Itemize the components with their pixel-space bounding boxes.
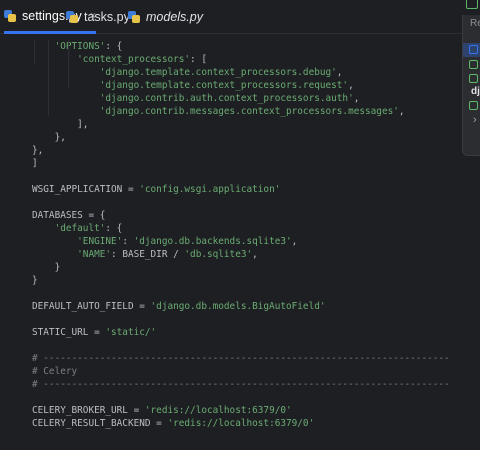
code-line[interactable]: STATIC_URL = 'static/' — [32, 326, 156, 339]
code-line[interactable]: # --------------------------------------… — [32, 378, 450, 391]
editor-tab-bar: settings.py × tasks.py models.py — [0, 0, 462, 34]
indent-guide — [34, 40, 35, 64]
file-icon[interactable] — [469, 45, 478, 54]
code-line[interactable]: 'django.template.context_processors.requ… — [32, 79, 354, 92]
code-line[interactable]: WSGI_APPLICATION = 'config.wsgi.applicat… — [32, 183, 280, 196]
code-line[interactable]: DATABASES = { — [32, 209, 105, 222]
code-editor[interactable]: 'OPTIONS': { 'context_processors': [ 'dj… — [32, 34, 480, 450]
code-line[interactable]: } — [32, 261, 61, 274]
code-line[interactable]: 'default': { — [32, 222, 123, 235]
code-line[interactable]: ] — [32, 157, 38, 170]
indent-guide — [68, 40, 69, 88]
code-line[interactable]: CELERY_RESULT_BACKEND = 'redis://localho… — [32, 417, 314, 430]
tab-models-py[interactable]: models.py — [128, 0, 203, 34]
popup-title: Re — [470, 18, 480, 29]
file-icon[interactable] — [469, 60, 478, 69]
tab-tasks-py[interactable]: tasks.py — [66, 0, 130, 34]
python-file-icon — [4, 9, 16, 22]
code-line[interactable]: # --------------------------------------… — [32, 352, 450, 365]
file-icon[interactable] — [469, 101, 478, 110]
code-line[interactable]: 'django.contrib.messages.context_process… — [32, 105, 405, 118]
tab-label: models.py — [146, 10, 203, 24]
code-line[interactable]: } — [32, 274, 38, 287]
file-icon[interactable] — [469, 74, 478, 83]
recent-files-popup: Re dj › — [462, 15, 480, 156]
code-line[interactable]: 'django.contrib.auth.context_processors.… — [32, 92, 360, 105]
code-line[interactable]: # Celery — [32, 365, 77, 378]
python-file-icon — [66, 11, 78, 23]
code-line[interactable]: 'NAME': BASE_DIR / 'db.sqlite3', — [32, 248, 258, 261]
django-icon[interactable]: dj — [471, 86, 480, 97]
code-line[interactable]: 'context_processors': [ — [32, 53, 207, 66]
code-line[interactable]: 'OPTIONS': { — [32, 40, 123, 53]
python-file-icon — [128, 11, 140, 23]
code-line[interactable]: CELERY_BROKER_URL = 'redis://localhost:6… — [32, 404, 292, 417]
chevron-right-icon[interactable]: › — [473, 114, 477, 126]
code-line[interactable]: }, — [32, 131, 66, 144]
code-line[interactable]: }, — [32, 144, 43, 157]
code-line[interactable]: DEFAULT_AUTO_FIELD = 'django.db.models.B… — [32, 300, 326, 313]
code-line[interactable]: ], — [32, 118, 88, 131]
file-icon[interactable] — [466, 0, 478, 9]
code-line[interactable]: 'ENGINE': 'django.db.backends.sqlite3', — [32, 235, 297, 248]
tab-label: tasks.py — [84, 10, 130, 24]
line-number-gutter — [0, 34, 24, 450]
code-line[interactable]: 'django.template.context_processors.debu… — [32, 66, 343, 79]
indent-guide — [48, 40, 49, 116]
